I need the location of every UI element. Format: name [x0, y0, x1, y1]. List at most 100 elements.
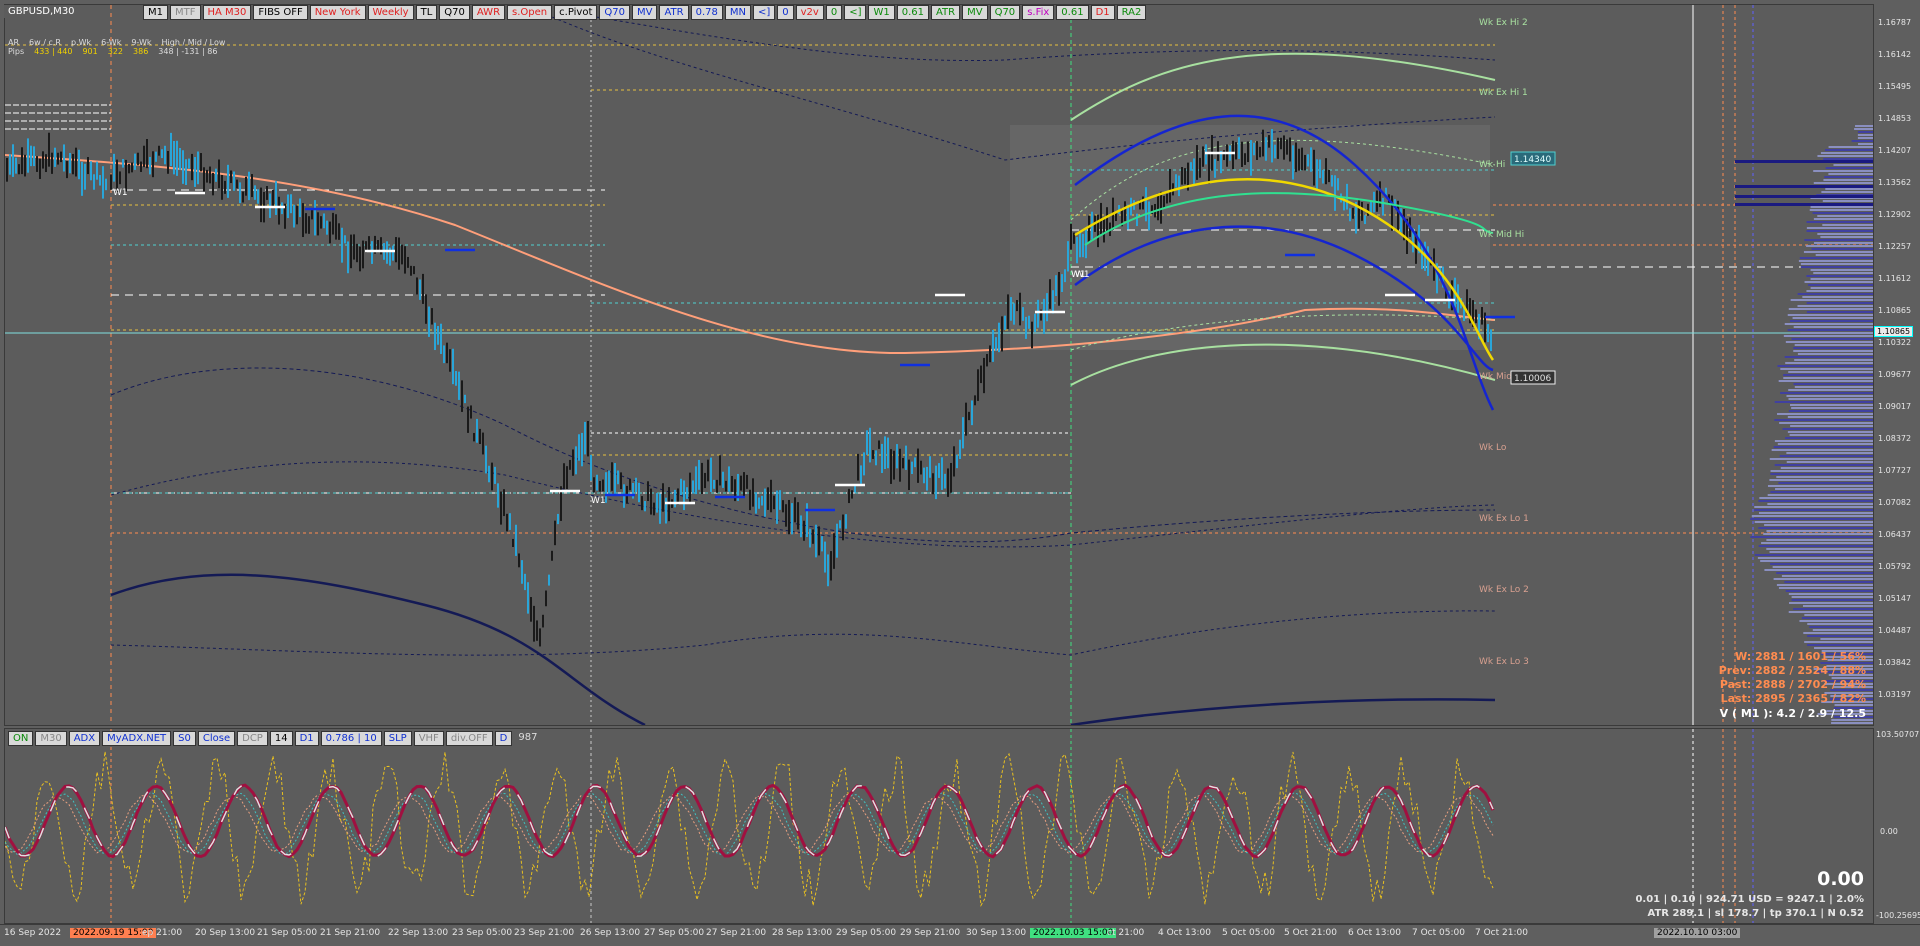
volume-bar: [1800, 263, 1873, 265]
toolbar-button-20[interactable]: <]: [844, 5, 867, 20]
volume-bar: [1757, 557, 1873, 559]
toolbar-button-6[interactable]: TL: [415, 5, 438, 20]
volume-bar: [1810, 206, 1873, 208]
toolbar-button-16[interactable]: <]: [752, 5, 776, 20]
volume-bar: [1804, 281, 1873, 283]
toolbar-button-27[interactable]: 0.61: [1056, 5, 1089, 20]
candle-group: [6, 132, 107, 199]
volume-bar: [1828, 146, 1873, 148]
volume-bar: [1791, 596, 1873, 598]
toolbar-button-11[interactable]: Q70: [599, 5, 630, 20]
adx-subwindow[interactable]: [4, 728, 1874, 924]
toolbar-button-10[interactable]: c.Pivot: [554, 5, 598, 20]
toolbar-button-7[interactable]: Q70: [439, 5, 470, 20]
adx-button-9[interactable]: 0.786 | 10: [320, 731, 382, 746]
adx-button-10[interactable]: SLP: [383, 731, 412, 746]
price-axis[interactable]: 1.16787 1.16142 1.15495 1.14853 1.14207 1.135…: [1874, 4, 1920, 726]
toolbar-button-17[interactable]: 0: [777, 5, 794, 20]
volume-bar: [1786, 452, 1873, 454]
toolbar-button-29[interactable]: RA2: [1116, 5, 1147, 20]
volume-bar: [1825, 149, 1873, 151]
toolbar-button-4[interactable]: New York: [309, 5, 366, 20]
volume-bar: [1794, 359, 1873, 361]
adx-button-4[interactable]: S0: [173, 731, 196, 746]
volume-bar: [1808, 284, 1873, 286]
adx-button-12[interactable]: div.OFF: [445, 731, 493, 746]
toolbar-button-19[interactable]: 0: [825, 5, 843, 20]
toolbar-button-13[interactable]: ATR: [659, 5, 689, 20]
volume-bar: [1823, 158, 1873, 160]
toolbar-button-23[interactable]: ATR: [930, 5, 961, 20]
volume-bar: [1776, 572, 1873, 574]
toolbar-button-1[interactable]: MTF: [170, 5, 201, 20]
price-tick-16: 1.06437: [1878, 530, 1912, 539]
adx-button-7[interactable]: 14: [269, 731, 293, 746]
wk-ex-hi-2-curve: [1070, 52, 1496, 121]
volume-bar: [1767, 494, 1873, 496]
adx-canvas[interactable]: [5, 729, 1873, 923]
volume-bar: [1787, 416, 1873, 418]
price-tick-20: 1.03842: [1878, 658, 1912, 667]
toolbar-button-12[interactable]: MV: [631, 5, 658, 20]
toolbar-button-3[interactable]: FIBS OFF: [253, 5, 308, 20]
volume-bar: [1764, 524, 1873, 526]
price-tick-12: 1.09017: [1878, 402, 1912, 411]
toolbar-button-24[interactable]: MV: [962, 5, 988, 20]
toolbar-button-26[interactable]: s.Fix: [1022, 5, 1055, 20]
info-row-headers: AR 6w / c.R p.Wk 6-Wk 9-Wk High / Mid / Low: [8, 38, 225, 47]
volume-bar: [1764, 569, 1873, 571]
toolbar-button-25[interactable]: Q70: [989, 5, 1021, 20]
candle-group: [110, 132, 589, 647]
toolbar-button-18[interactable]: v2v: [795, 5, 824, 20]
info-row1-cell-2: p.Wk: [70, 38, 92, 47]
volume-bar: [1779, 422, 1873, 424]
wk-lo-price: 1.10006: [1514, 374, 1551, 384]
toolbar-button-15[interactable]: MN: [724, 5, 751, 20]
time-label-15: 30 Sep 13:00: [966, 928, 1027, 938]
toolbar-button-8[interactable]: AWR: [471, 5, 506, 20]
toolbar-button-21[interactable]: W1: [868, 5, 895, 20]
toolbar-button-9[interactable]: s.Open: [507, 5, 553, 20]
volume-bar: [1751, 515, 1873, 517]
volume-bar: [1769, 458, 1873, 460]
level-label-1: Wk Ex Hi 1: [1479, 88, 1528, 98]
toolbar-button-2[interactable]: HA M30: [202, 5, 252, 20]
stat-prev: Prev: 2882 / 2524 / 88%: [1718, 664, 1866, 677]
adx-button-8[interactable]: D1: [294, 731, 319, 746]
toolbar-button-5[interactable]: Weekly: [367, 5, 414, 20]
price-chart-canvas[interactable]: Wk Ex Hi 2 Wk Ex Hi 1 Wk Hi Wk Mid Hi Wk Mid…: [5, 5, 1873, 725]
volume-bar: [1770, 473, 1873, 475]
volume-bar: [1803, 632, 1873, 634]
volume-bar: [1776, 584, 1873, 586]
time-axis[interactable]: 16 Sep 2022 2022.09.19 15:00 ep 21:00 20 Se…: [0, 924, 1920, 946]
price-tick-6: 1.12902: [1878, 210, 1912, 219]
toolbar-button-14[interactable]: 0.78: [690, 5, 723, 20]
volume-bar: [1828, 173, 1873, 175]
adx-button-13[interactable]: D: [494, 731, 513, 746]
adx-axis: 103.50707 0.00 -100.25695: [1874, 728, 1920, 924]
volume-bar: [1825, 167, 1873, 169]
toolbar-button-28[interactable]: D1: [1090, 5, 1115, 20]
volume-bar: [1758, 500, 1873, 502]
time-label-12: 28 Sep 13:00: [772, 928, 833, 938]
volume-bar: [1784, 323, 1873, 325]
adx-button-5[interactable]: Close: [197, 731, 236, 746]
adx-button-2[interactable]: ADX: [68, 731, 101, 746]
info-row2-cell-5: 348 | -131 | 86: [158, 47, 218, 56]
symbol-tag[interactable]: GBPUSD,M30: [4, 5, 79, 20]
time-label-2: ep 21:00: [142, 928, 183, 938]
volume-poc: [1735, 195, 1873, 198]
stat-volume: V ( M1 ): 4.2 / 2.9 / 12.5: [1719, 707, 1866, 720]
adx-button-11[interactable]: VHF: [413, 731, 444, 746]
toolbar-button-0[interactable]: M1: [143, 5, 168, 20]
volume-bar: [1811, 248, 1873, 250]
volume-poc: [1735, 185, 1873, 188]
adx-button-1[interactable]: M30: [35, 731, 67, 746]
adx-button-6[interactable]: DCP: [237, 731, 268, 746]
level-label-0: Wk Ex Hi 2: [1479, 18, 1528, 28]
volume-bar: [1799, 257, 1873, 259]
price-chart-pane[interactable]: Wk Ex Hi 2 Wk Ex Hi 1 Wk Hi Wk Mid Hi Wk Mid…: [4, 4, 1874, 726]
toolbar-button-22[interactable]: 0.61: [896, 5, 929, 20]
adx-button-3[interactable]: MyADX.NET: [102, 731, 172, 746]
adx-button-0[interactable]: ON: [8, 731, 34, 746]
